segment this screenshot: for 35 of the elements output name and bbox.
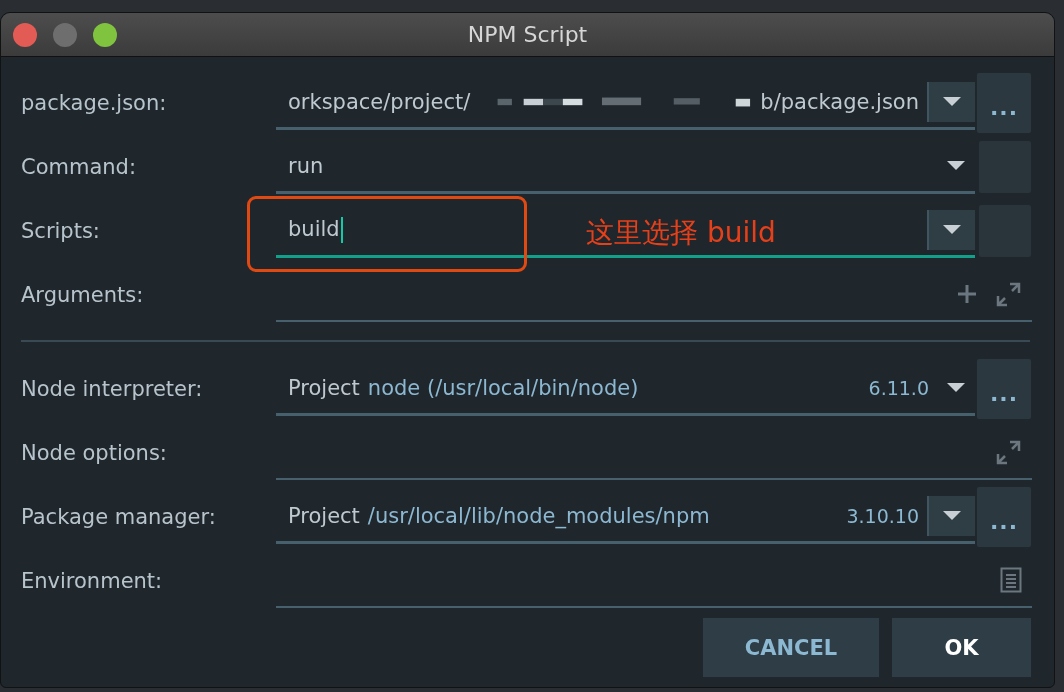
browse-button[interactable]: ... bbox=[977, 487, 1031, 547]
document-icon[interactable] bbox=[1000, 567, 1022, 593]
minimize-button[interactable] bbox=[53, 22, 77, 47]
close-button[interactable] bbox=[13, 22, 37, 47]
browse-button[interactable]: ... bbox=[977, 73, 1031, 133]
field-label: Package manager: bbox=[21, 505, 216, 529]
add-icon[interactable] bbox=[957, 284, 977, 304]
field-label: Command: bbox=[21, 155, 136, 179]
expand-icon[interactable] bbox=[995, 280, 1022, 308]
dropdown-arrow-icon bbox=[941, 509, 963, 522]
field-label: package.json: bbox=[21, 91, 167, 115]
file-path-field[interactable]: orkspace/project/ b/package.json bbox=[276, 76, 975, 130]
field-label: Arguments: bbox=[21, 283, 144, 307]
combo-field[interactable]: Project node (/usr/local/bin/node) 6.11.0 bbox=[276, 362, 975, 416]
dropdown-field[interactable]: run bbox=[276, 140, 975, 194]
text-cursor bbox=[340, 216, 343, 243]
dropdown-button[interactable] bbox=[927, 81, 975, 122]
cancel-button[interactable]: CANCEL bbox=[703, 618, 879, 677]
ok-button[interactable]: OK bbox=[892, 618, 1031, 677]
dropdown-button[interactable] bbox=[927, 209, 975, 250]
field-label: Node options: bbox=[21, 441, 167, 465]
dropdown-arrow-icon[interactable] bbox=[945, 159, 967, 172]
field-label: Environment: bbox=[21, 569, 163, 593]
dropdown-arrow-icon[interactable] bbox=[945, 381, 967, 394]
dropdown-arrow-icon bbox=[941, 223, 963, 236]
dropdown-button[interactable] bbox=[927, 495, 975, 536]
expand-icon[interactable] bbox=[995, 438, 1022, 466]
browse-button[interactable]: ... bbox=[977, 359, 1031, 419]
combo-field[interactable]: Project /usr/local/lib/node_modules/npm 3.10.10 bbox=[276, 490, 975, 544]
field-label: Node interpreter: bbox=[21, 377, 203, 401]
zoom-button[interactable] bbox=[93, 22, 117, 47]
field-label: Scripts: bbox=[21, 219, 100, 243]
dropdown-arrow-icon bbox=[941, 95, 963, 108]
annotation-text: 这里选择 build bbox=[586, 215, 776, 251]
window-title: NPM Script bbox=[467, 22, 588, 47]
